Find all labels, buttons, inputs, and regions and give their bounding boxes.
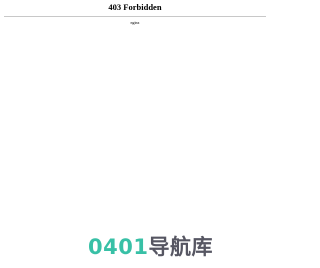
page-title: 403 Forbidden [108,2,162,12]
error-page: 403 Forbidden nginx 0401 导航库 [0,0,270,268]
watermark-digits: 0401 [88,235,149,259]
server-name: nginx [130,20,140,25]
site-watermark-logo: 0401 导航库 [88,232,264,262]
watermark-text: 导航库 [148,235,213,259]
horizontal-divider [4,16,266,17]
